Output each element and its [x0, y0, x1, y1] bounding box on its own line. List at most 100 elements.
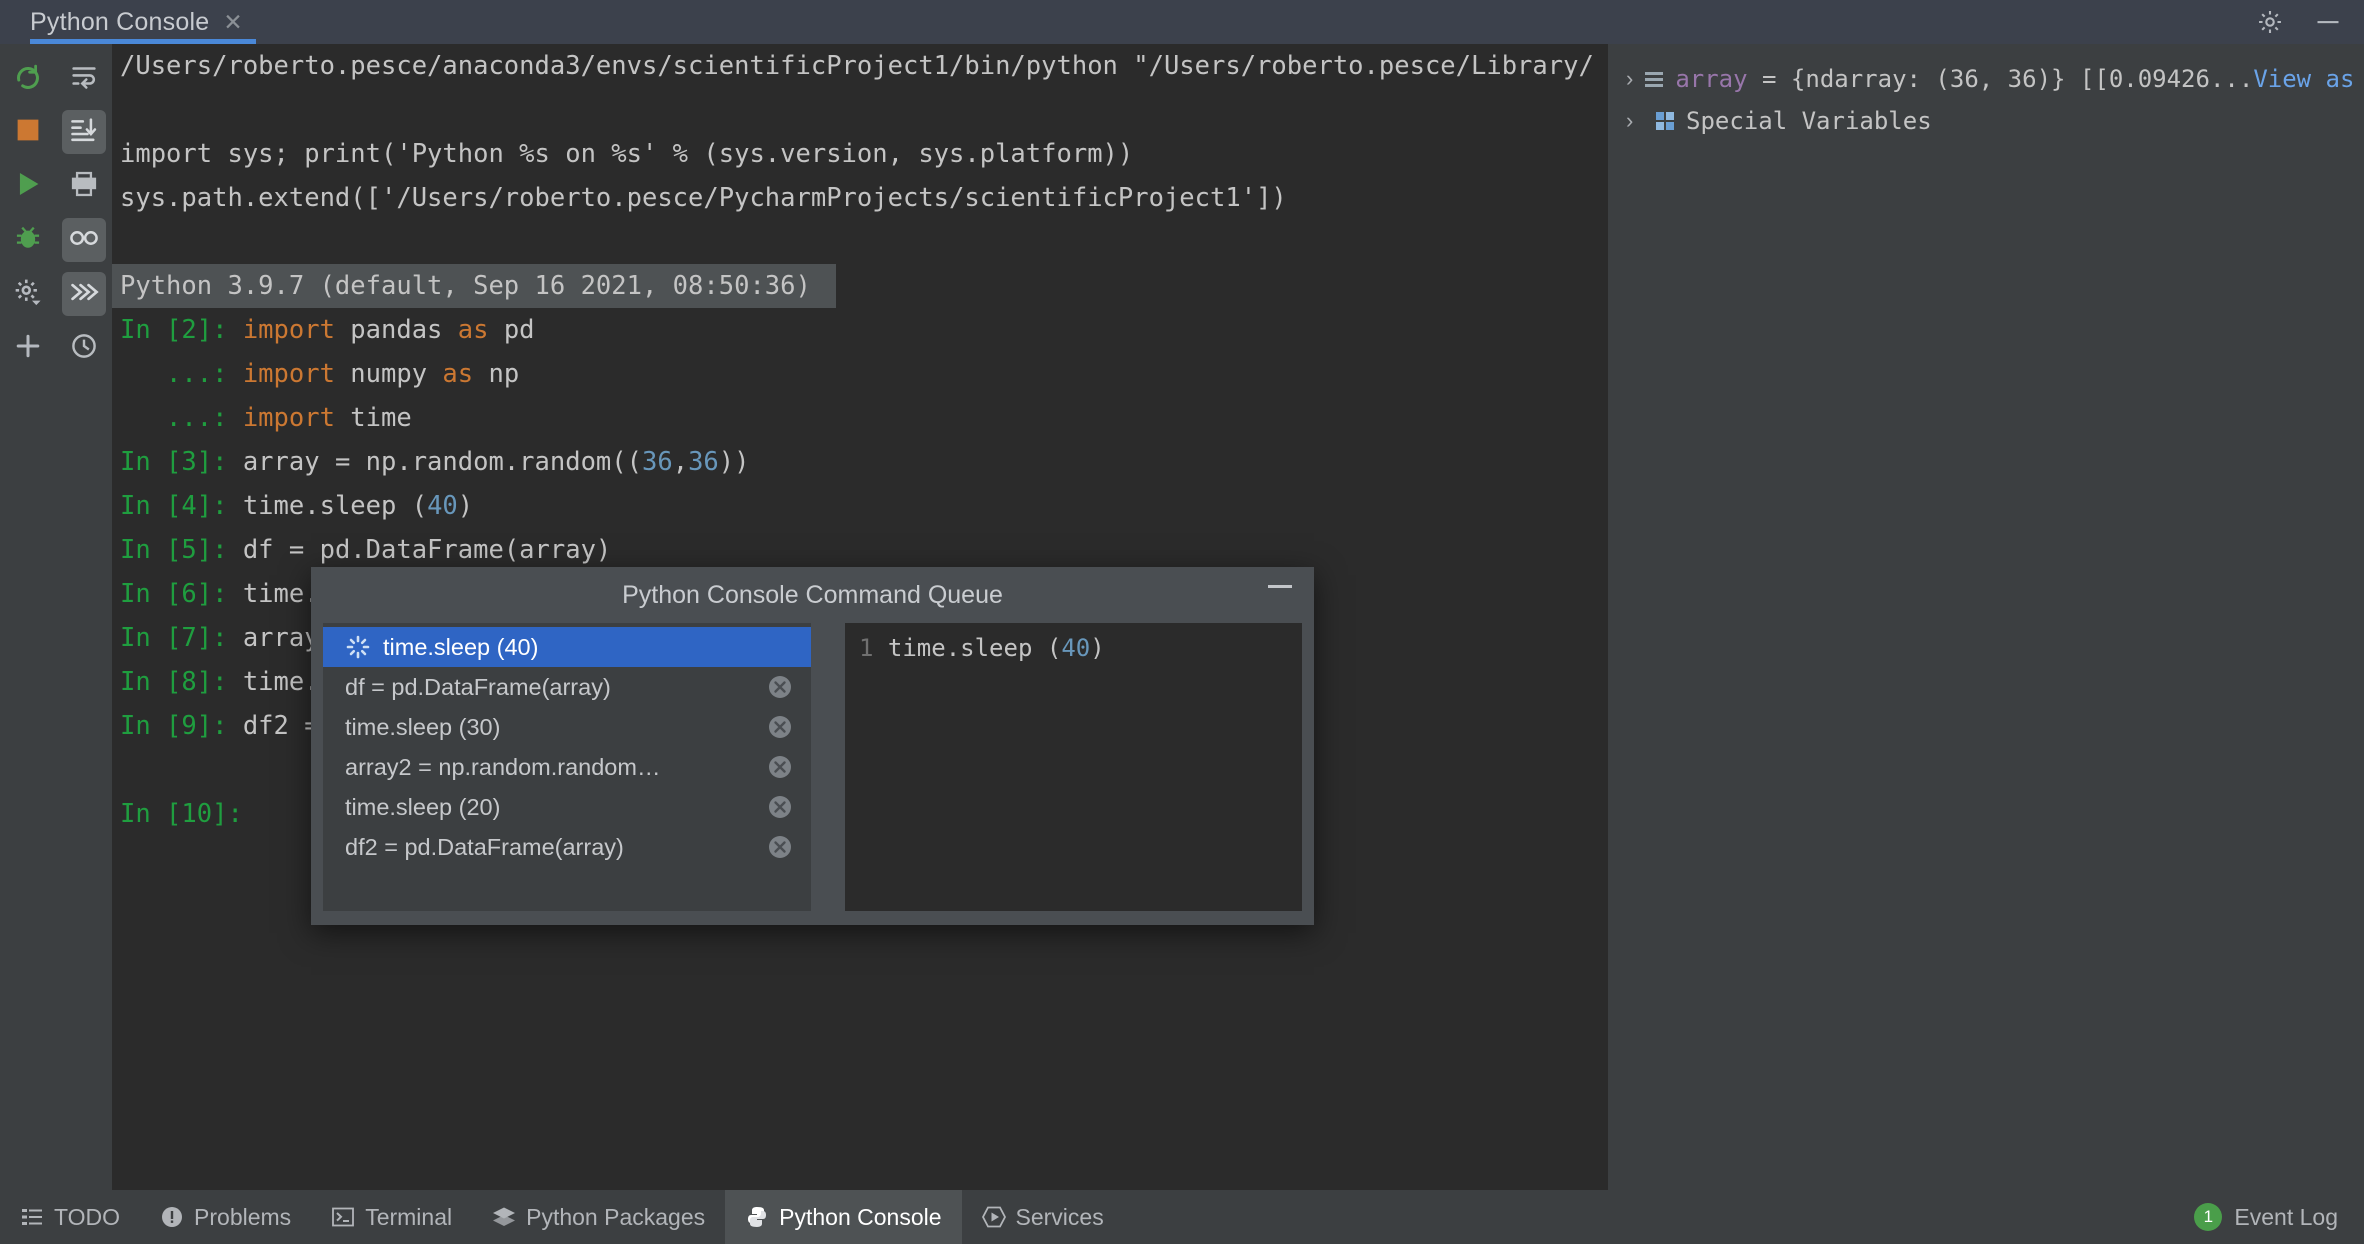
command-queue-dialog: Python Console Command Queue time.sleep …: [311, 567, 1314, 925]
pycharm-window: Python Console ✕ /Users/roberto.pesce/an…: [0, 0, 2364, 1244]
status-bar-item-services[interactable]: Services: [962, 1190, 1124, 1244]
remove-circle-icon[interactable]: [767, 794, 793, 820]
console-text-segment: pd: [503, 315, 535, 345]
close-icon[interactable]: ✕: [223, 10, 242, 34]
python-icon: [745, 1205, 769, 1229]
status-bar-item-problems[interactable]: Problems: [140, 1190, 311, 1244]
gear-icon[interactable]: [2256, 8, 2284, 36]
queue-item[interactable]: time.sleep (20): [323, 787, 811, 827]
add-console-button[interactable]: [6, 326, 50, 370]
console-text-segment: In [7]:: [120, 623, 243, 653]
print-button[interactable]: [62, 164, 106, 208]
console-text-segment: np: [488, 359, 520, 389]
tab-python-console[interactable]: Python Console ✕: [0, 0, 261, 44]
debug-button[interactable]: [6, 218, 50, 262]
window-title-bar: Python Console ✕: [0, 0, 2364, 44]
preview-segment: 40: [1061, 634, 1091, 662]
status-bar-item-python-packages[interactable]: Python Packages: [472, 1190, 725, 1244]
tab-label: Python Console: [30, 7, 210, 36]
console-line: In [5]: df = pd.DataFrame(array): [112, 528, 1608, 572]
remove-circle-icon[interactable]: [767, 674, 793, 700]
status-bar-item-label: Python Packages: [526, 1203, 706, 1230]
console-text-segment: ): [457, 491, 474, 521]
chevron-right-icon[interactable]: ›: [1626, 110, 1644, 132]
special-variables-icon: [1654, 110, 1676, 132]
rerun-console-button[interactable]: [6, 56, 50, 100]
command-queue-list[interactable]: time.sleep (40) df = pd.DataFrame(array) t…: [323, 623, 811, 911]
console-text-segment: In [6]:: [120, 579, 243, 609]
console-line: ...: import time: [112, 396, 1608, 440]
console-text-segment: sys.path.extend(['/Users/roberto.pesce/P…: [120, 183, 1287, 213]
console-text-segment: import sys; print('Python %s on %s' % (s…: [120, 139, 1134, 169]
console-text-segment: array: [242, 623, 320, 653]
console-text-segment: time: [350, 403, 412, 433]
console-text-segment: ,: [672, 447, 689, 477]
terminal-icon: [331, 1205, 355, 1229]
ndarray-icon: [1643, 68, 1665, 90]
console-line: In [2]: import pandas as pd: [112, 308, 1608, 352]
console-banner-line: Python 3.9.7 (default, Sep 16 2021, 08:5…: [112, 264, 837, 308]
execute-button[interactable]: [6, 164, 50, 208]
queue-item[interactable]: time.sleep (40): [323, 627, 811, 667]
window-controls: [2256, 0, 2342, 44]
console-text-segment: df = pd.DataFrame(array): [242, 535, 612, 565]
status-bar-item-todo[interactable]: TODO: [0, 1190, 140, 1244]
console-text-segment: In [8]:: [120, 667, 243, 697]
dialog-body: time.sleep (40) df = pd.DataFrame(array) t…: [311, 623, 1314, 925]
console-text-segment: as: [457, 315, 504, 345]
minimize-icon[interactable]: [2314, 8, 2342, 36]
console-text-segment: time.: [242, 579, 320, 609]
queue-item[interactable]: array2 = np.random.random…: [323, 747, 811, 787]
status-bar-item-terminal[interactable]: Terminal: [311, 1190, 472, 1244]
soft-wrap-button[interactable]: [62, 56, 106, 100]
queue-item[interactable]: df = pd.DataFrame(array): [323, 667, 811, 707]
preview-segment: (: [1046, 634, 1062, 662]
variable-text: Special Variables: [1686, 107, 1932, 135]
status-bar-item-python-console[interactable]: Python Console: [725, 1190, 962, 1244]
settings-button[interactable]: [6, 272, 50, 316]
variable-segment: array: [1675, 65, 1763, 93]
preview-line-number: 1: [859, 634, 888, 662]
console-text-segment: import: [242, 403, 351, 433]
bug-icon: [13, 223, 43, 258]
console-text-segment: import: [242, 315, 351, 345]
show-variables-button[interactable]: [62, 218, 106, 262]
stop-button[interactable]: [6, 110, 50, 154]
console-text-segment: as: [442, 359, 489, 389]
console-text-segment: time.: [242, 667, 320, 697]
console-line: sys.path.extend(['/Users/roberto.pesce/P…: [112, 176, 1608, 220]
execute-multiline-button[interactable]: [62, 272, 106, 316]
gear-dropdown-icon: [12, 276, 44, 313]
remove-circle-icon[interactable]: [767, 754, 793, 780]
console-text-segment: time.sleep (: [242, 491, 428, 521]
problems-icon: [160, 1205, 184, 1229]
console-text-segment: In [4]:: [120, 491, 243, 521]
scroll-to-end-icon: [69, 115, 99, 150]
console-text-segment: 36: [688, 447, 719, 477]
remove-circle-icon[interactable]: [767, 714, 793, 740]
console-line: In [3]: array = np.random.random((36,36)…: [112, 440, 1608, 484]
console-text-segment: ...:: [120, 403, 243, 433]
queue-item-label: time.sleep (30): [345, 713, 501, 740]
event-log-area[interactable]: 1 Event Log: [2194, 1203, 2364, 1231]
view-as-array-link[interactable]: View as Array: [2253, 65, 2364, 93]
chevron-right-icon[interactable]: ›: [1626, 68, 1633, 90]
dialog-title: Python Console Command Queue: [622, 580, 1003, 609]
preview-line: 1 time.sleep (40): [845, 629, 1302, 667]
status-bar-item-label: Python Console: [779, 1203, 942, 1230]
queue-item[interactable]: df2 = pd.DataFrame(array): [323, 827, 811, 867]
remove-circle-icon[interactable]: [767, 834, 793, 860]
console-text-segment: In [3]:: [120, 447, 243, 477]
minimize-icon[interactable]: [1268, 585, 1292, 588]
packages-icon: [492, 1205, 516, 1229]
scroll-to-end-button[interactable]: [62, 110, 106, 154]
command-history-button[interactable]: [62, 326, 106, 370]
queue-item-label: df2 = pd.DataFrame(array): [345, 833, 624, 860]
console-line: In [4]: time.sleep (40): [112, 484, 1608, 528]
stop-square-icon: [13, 115, 43, 150]
variable-row-special-variables[interactable]: › Special Variables: [1608, 100, 2364, 142]
console-view-toolbar: [56, 44, 112, 1190]
queue-item[interactable]: time.sleep (30): [323, 707, 811, 747]
variable-row-array[interactable]: › array = {ndarray: (36, 36)} [[0.09426..…: [1608, 58, 2364, 100]
